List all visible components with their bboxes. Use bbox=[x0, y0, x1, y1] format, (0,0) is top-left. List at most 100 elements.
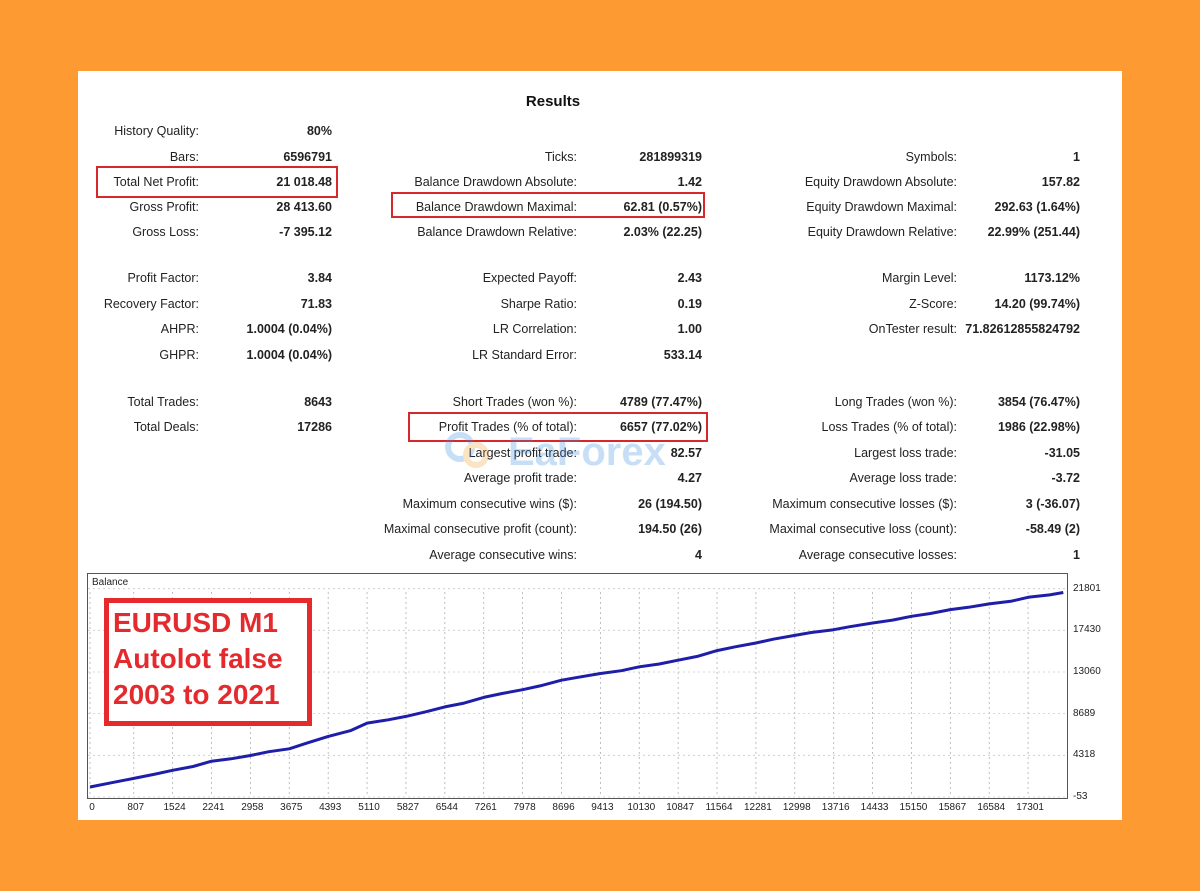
x-tick-label: 8696 bbox=[552, 802, 575, 813]
stat-value: 1173.12% bbox=[1024, 271, 1080, 285]
stat-value: 71.83 bbox=[300, 297, 332, 311]
stat-label: Z-Score: bbox=[909, 297, 957, 311]
x-tick-label: 5110 bbox=[358, 802, 380, 813]
stat-label: Largest loss trade: bbox=[854, 446, 957, 460]
x-tick-label: 12998 bbox=[782, 802, 811, 813]
stat-value: 1986 (22.98%) bbox=[997, 420, 1080, 434]
x-tick-label: 2241 bbox=[202, 802, 225, 813]
stat-label: Maximum consecutive losses ($): bbox=[772, 497, 957, 511]
stat-label: Average consecutive wins: bbox=[429, 548, 577, 562]
x-tick-label: 17301 bbox=[1016, 802, 1044, 813]
y-tick-label: 17430 bbox=[1073, 624, 1101, 636]
stat-value: 2.03% (22.25) bbox=[623, 225, 702, 239]
watermark-logo: EaForex bbox=[445, 430, 666, 474]
highlight-balance-drawdown-maximal bbox=[391, 192, 705, 218]
x-tick-label: 6544 bbox=[435, 802, 458, 813]
x-tick-label: 1524 bbox=[163, 802, 186, 813]
stat-value: -3.72 bbox=[1051, 471, 1081, 485]
chart-title: Balance bbox=[92, 577, 129, 588]
stat-label: LR Correlation: bbox=[492, 322, 577, 336]
stat-value: 1.0004 (0.04%) bbox=[246, 322, 332, 336]
stat-value: -58.49 (2) bbox=[1025, 522, 1080, 536]
stat-value: -31.05 bbox=[1044, 446, 1080, 460]
stat-label: Recovery Factor: bbox=[103, 297, 199, 311]
stat-label: Loss Trades (% of total): bbox=[821, 420, 957, 434]
stat-value: 157.82 bbox=[1041, 175, 1080, 189]
x-tick-label: 10847 bbox=[666, 802, 695, 813]
stat-label: Balance Drawdown Relative: bbox=[417, 225, 577, 239]
balance-chart: Balance EURUSD M1 Autolot false 2003 to … bbox=[87, 573, 1101, 813]
x-tick-label: 4393 bbox=[319, 802, 342, 813]
stat-value: 3 (-36.07) bbox=[1025, 497, 1080, 511]
stat-label: Total Trades: bbox=[127, 395, 199, 409]
x-tick-label: 3675 bbox=[280, 802, 303, 813]
stat-label: History Quality: bbox=[114, 124, 199, 138]
x-tick-label: 15150 bbox=[899, 802, 928, 813]
stat-value: 71.82612855824792 bbox=[965, 322, 1080, 336]
stat-label: Average loss trade: bbox=[849, 471, 957, 485]
stat-label: Margin Level: bbox=[881, 271, 957, 285]
y-tick-label: -53 bbox=[1073, 791, 1088, 802]
stat-value: 8643 bbox=[304, 395, 332, 409]
x-tick-label: 15867 bbox=[938, 802, 967, 813]
stat-label: Maximum consecutive wins ($): bbox=[402, 497, 577, 511]
stat-label: LR Standard Error: bbox=[472, 348, 577, 362]
stat-value: 17286 bbox=[297, 420, 332, 434]
stat-value: -7 395.12 bbox=[279, 225, 332, 239]
stat-value: 26 (194.50) bbox=[638, 497, 702, 511]
stat-label: Gross Loss: bbox=[132, 225, 199, 239]
stat-value: 80% bbox=[306, 124, 332, 138]
x-tick-label: 2958 bbox=[241, 802, 264, 813]
y-tick-label: 8689 bbox=[1073, 707, 1096, 719]
stat-value: 1.0004 (0.04%) bbox=[246, 348, 332, 362]
stat-value: 194.50 (26) bbox=[638, 522, 702, 536]
x-tick-label: 12281 bbox=[743, 802, 772, 813]
stat-value: 3854 (76.47%) bbox=[997, 395, 1080, 409]
svg-text:EaForex: EaForex bbox=[508, 430, 666, 474]
stat-value: 1 bbox=[1073, 548, 1080, 562]
x-tick-label: 13716 bbox=[821, 802, 850, 813]
y-tick-label: 21801 bbox=[1073, 582, 1101, 594]
x-tick-label: 11564 bbox=[705, 802, 733, 813]
stat-label: GHPR: bbox=[159, 348, 199, 362]
x-tick-label: 9413 bbox=[591, 802, 614, 813]
stat-label: OnTester result: bbox=[868, 322, 957, 336]
x-tick-label: 807 bbox=[127, 802, 145, 813]
stat-label: Short Trades (won %): bbox=[452, 395, 577, 409]
stat-value: 281899319 bbox=[639, 150, 702, 164]
x-tick-label: 14433 bbox=[860, 802, 889, 813]
stat-value: 292.63 (1.64%) bbox=[994, 200, 1080, 214]
overlay-line-period: 2003 to 2021 bbox=[113, 679, 280, 710]
x-tick-label: 5827 bbox=[396, 802, 420, 813]
stat-value: 4789 (77.47%) bbox=[619, 395, 702, 409]
stat-label: Sharpe Ratio: bbox=[500, 297, 577, 311]
overlay-line-autolot: Autolot false bbox=[113, 643, 283, 674]
x-tick-label: 16584 bbox=[977, 802, 1006, 813]
stat-value: 1.00 bbox=[677, 322, 702, 336]
x-tick-label: 7261 bbox=[474, 802, 497, 813]
stat-label: Total Deals: bbox=[133, 420, 199, 434]
highlight-total-net-profit bbox=[96, 166, 338, 198]
stat-value: 4 bbox=[695, 548, 702, 562]
stat-value: 3.84 bbox=[307, 271, 332, 285]
y-tick-label: 13060 bbox=[1073, 665, 1101, 677]
stat-label: AHPR: bbox=[160, 322, 199, 336]
x-tick-label: 7978 bbox=[513, 802, 536, 813]
stat-value: 1.42 bbox=[677, 175, 702, 189]
stat-value: 1 bbox=[1073, 150, 1080, 164]
overlay-line-symbol: EURUSD M1 bbox=[113, 607, 278, 638]
stat-value: 28 413.60 bbox=[276, 200, 332, 214]
stat-label: Average consecutive losses: bbox=[798, 548, 957, 562]
stat-label: Symbols: bbox=[905, 150, 957, 164]
x-tick-label: 10130 bbox=[627, 802, 656, 813]
stat-label: Gross Profit: bbox=[129, 200, 199, 214]
stat-value: 6596791 bbox=[283, 150, 332, 164]
stat-label: Equity Drawdown Maximal: bbox=[806, 200, 957, 214]
stat-value: 0.19 bbox=[677, 297, 702, 311]
stat-label: Maximal consecutive loss (count): bbox=[769, 522, 957, 536]
stat-label: Maximal consecutive profit (count): bbox=[383, 522, 577, 536]
stat-value: 22.99% (251.44) bbox=[987, 225, 1080, 239]
stat-value: 2.43 bbox=[677, 271, 702, 285]
stat-value: 533.14 bbox=[663, 348, 702, 362]
y-tick-label: 4318 bbox=[1073, 749, 1096, 761]
